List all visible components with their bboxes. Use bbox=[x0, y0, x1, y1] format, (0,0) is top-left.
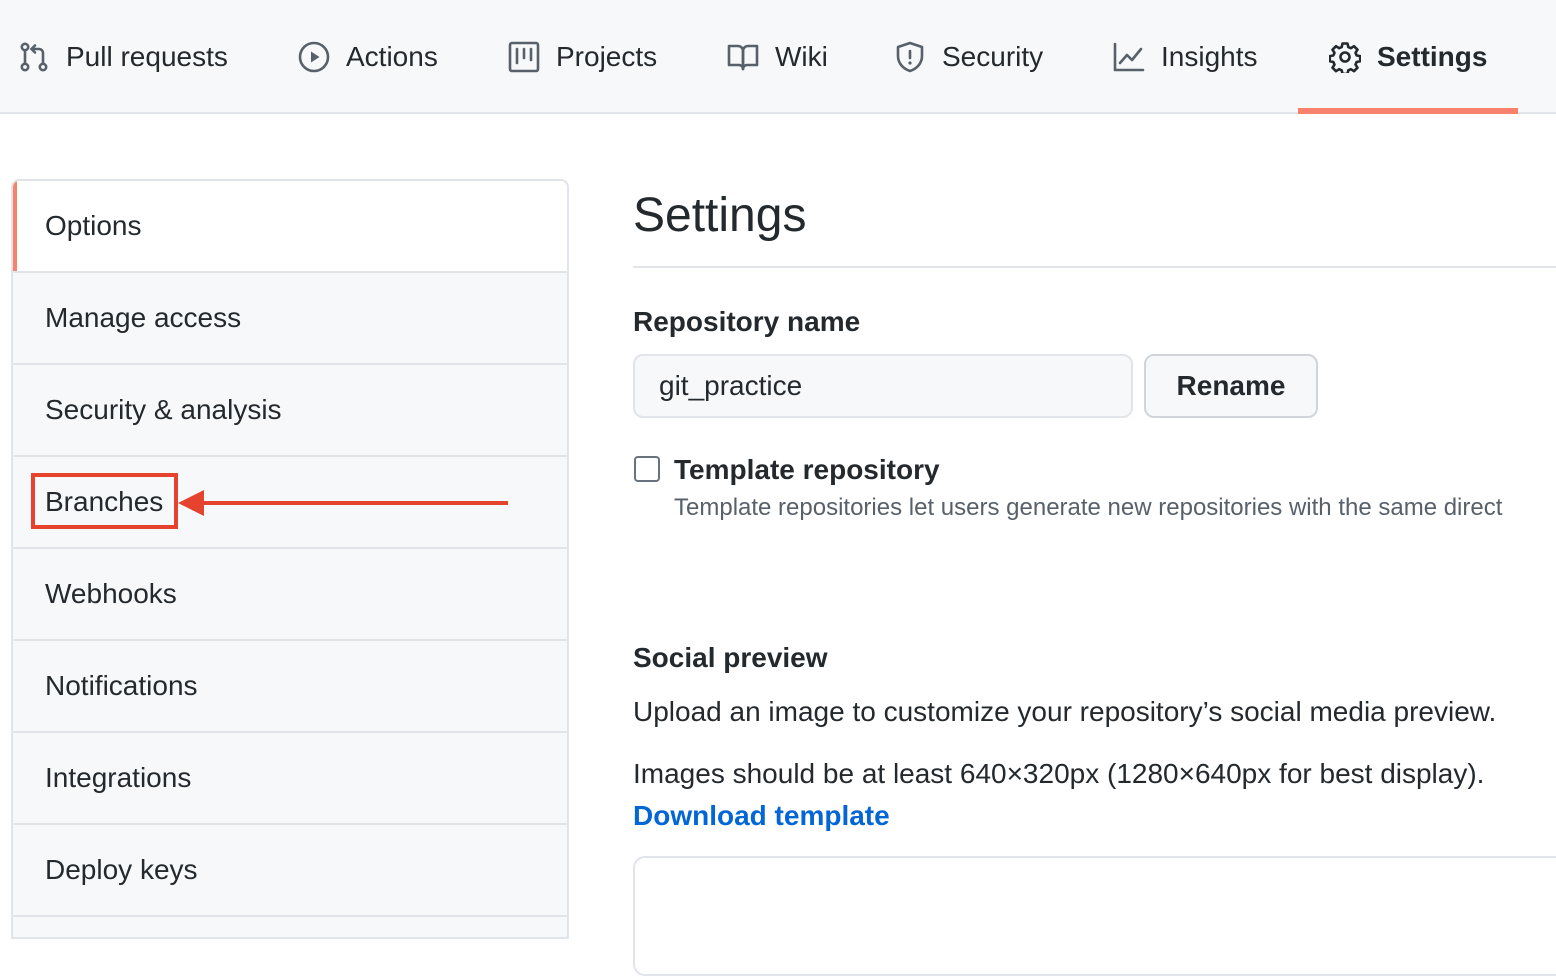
sidebar-item-security-analysis[interactable]: Security & analysis bbox=[13, 365, 567, 457]
social-preview-title: Social preview bbox=[633, 642, 828, 673]
template-label[interactable]: Template repository bbox=[674, 454, 940, 486]
image-size-note: Images should be at least 640×320px (128… bbox=[633, 758, 1485, 789]
sidebar-item-label: Notifications bbox=[45, 670, 198, 701]
sidebar-item-label: Security & analysis bbox=[45, 394, 282, 425]
sidebar-item-notifications[interactable]: Notifications bbox=[13, 641, 567, 733]
template-checkbox[interactable] bbox=[634, 456, 660, 482]
highlight-box bbox=[31, 473, 178, 529]
sidebar-item-label: Integrations bbox=[45, 762, 192, 793]
project-icon bbox=[508, 41, 540, 73]
settings-sidebar: Options Manage access Security & analysi… bbox=[11, 179, 569, 939]
rename-button[interactable]: Rename bbox=[1144, 354, 1318, 418]
settings-main: Settings Repository name Rename Template… bbox=[633, 0, 1556, 976]
pull-request-icon bbox=[18, 41, 50, 73]
sidebar-item-webhooks[interactable]: Webhooks bbox=[13, 549, 567, 641]
sidebar-item-deploy-keys[interactable]: Deploy keys bbox=[13, 825, 567, 917]
social-preview-description: Upload an image to customize your reposi… bbox=[633, 696, 1497, 727]
sidebar-item-label: Webhooks bbox=[45, 578, 177, 609]
template-note: Template repositories let users generate… bbox=[674, 494, 1503, 521]
repo-name-input[interactable] bbox=[633, 354, 1133, 418]
sidebar-item-label: Manage access bbox=[45, 302, 242, 333]
download-template-link[interactable]: Download template bbox=[633, 800, 890, 832]
sidebar-item-label: Deploy keys bbox=[45, 854, 198, 885]
divider bbox=[633, 266, 1556, 268]
sidebar-item-label: Options bbox=[45, 210, 142, 241]
social-preview-dropzone[interactable] bbox=[633, 856, 1556, 976]
tab-actions[interactable]: Actions bbox=[298, 0, 438, 114]
annotation-arrow-icon bbox=[178, 490, 508, 516]
sidebar-item-integrations[interactable]: Integrations bbox=[13, 733, 567, 825]
sidebar-item-options[interactable]: Options bbox=[13, 181, 567, 273]
sidebar-item-manage-access[interactable]: Manage access bbox=[13, 273, 567, 365]
page-title: Settings bbox=[633, 189, 807, 242]
play-icon bbox=[298, 41, 330, 73]
repo-name-label: Repository name bbox=[633, 306, 861, 337]
tab-pull-requests[interactable]: Pull requests bbox=[18, 0, 228, 114]
tab-label: Actions bbox=[346, 41, 438, 72]
tab-label: Pull requests bbox=[66, 41, 228, 72]
